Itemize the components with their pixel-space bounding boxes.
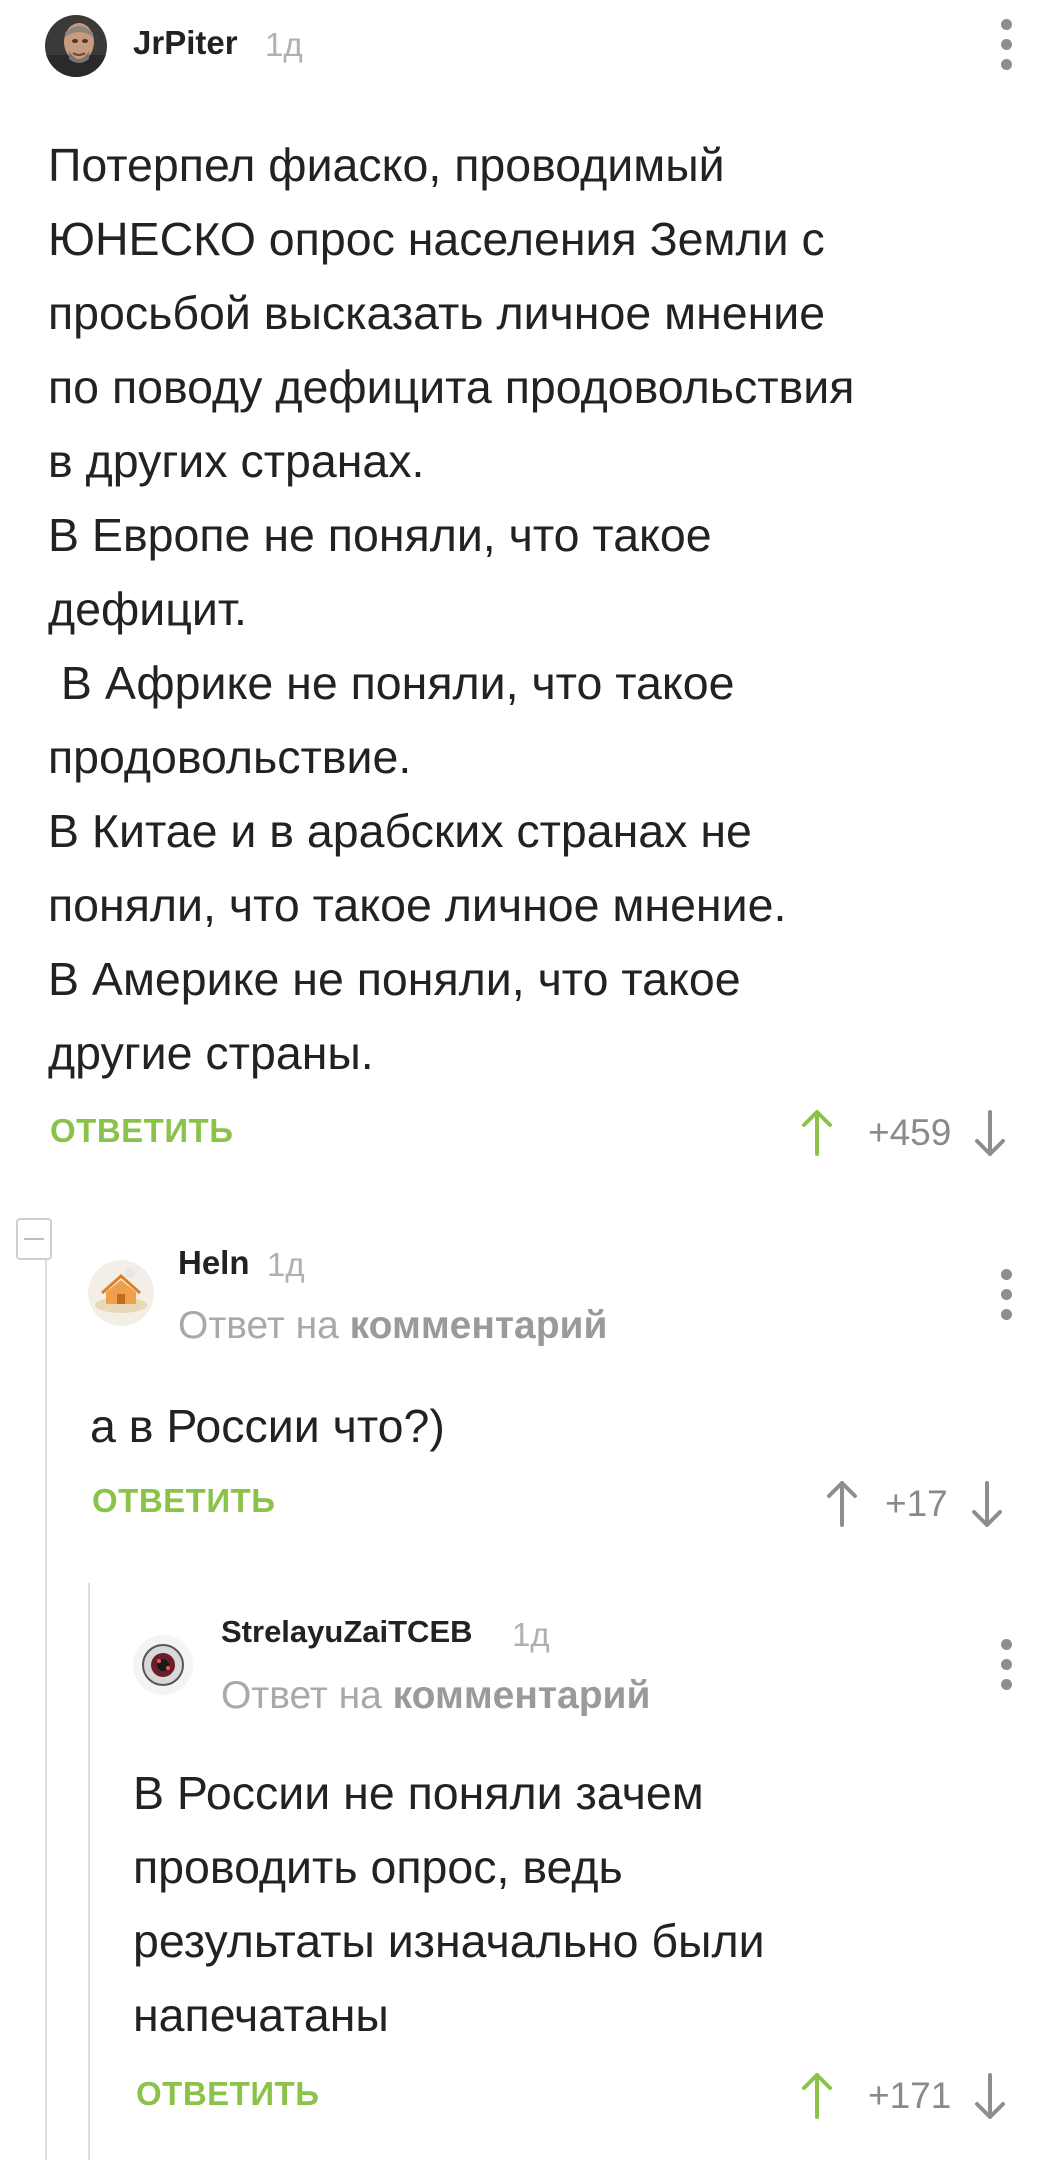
- vote-controls: +459: [800, 1108, 1007, 1158]
- username[interactable]: StrelayuZaiTCEB: [221, 1614, 473, 1650]
- score: +459: [868, 1112, 952, 1153]
- more-vertical-icon[interactable]: [996, 1639, 1016, 1690]
- comment-time: 1д: [265, 26, 303, 63]
- arrow-up-icon[interactable]: [800, 2071, 834, 2121]
- score: +17: [885, 1483, 948, 1524]
- comment-body: Потерпел фиаско, проводимый ЮНЕСКО опрос…: [48, 139, 855, 1079]
- reply-to: Ответ на комментарий: [178, 1304, 607, 1348]
- minus-square-icon[interactable]: [16, 1218, 52, 1260]
- avatar-jrpiter[interactable]: [45, 15, 107, 77]
- more-vertical-icon[interactable]: [996, 1269, 1016, 1320]
- reply-to-link[interactable]: комментарий: [350, 1304, 608, 1347]
- thread-line: [88, 1583, 90, 2160]
- comment-time: 1д: [512, 1616, 550, 1653]
- arrow-down-icon[interactable]: [970, 1479, 1004, 1529]
- arrow-down-icon[interactable]: [973, 1108, 1007, 1158]
- score: +171: [868, 2075, 952, 2116]
- arrow-down-icon[interactable]: [973, 2071, 1007, 2121]
- vote-controls: +17: [825, 1479, 1004, 1529]
- more-vertical-icon[interactable]: [996, 19, 1016, 70]
- reply-button[interactable]: ОТВЕТИТЬ: [50, 1112, 233, 1150]
- reply-button[interactable]: ОТВЕТИТЬ: [136, 2075, 319, 2113]
- avatar-heln[interactable]: [88, 1260, 154, 1326]
- comment-body: а в России что?): [90, 1400, 445, 1452]
- reply-button[interactable]: ОТВЕТИТЬ: [92, 1482, 275, 1520]
- reply-to-prefix: Ответ на: [221, 1674, 382, 1717]
- avatar-strelayuzaitceb[interactable]: [133, 1635, 193, 1695]
- username[interactable]: JrPiter: [133, 24, 238, 62]
- reply-to-prefix: Ответ на: [178, 1304, 339, 1347]
- comment-body: В России не поняли зачем проводить опрос…: [133, 1767, 765, 2041]
- thread-line: [45, 1248, 47, 2160]
- reply-to-link[interactable]: комментарий: [393, 1674, 651, 1717]
- arrow-up-icon[interactable]: [825, 1479, 859, 1529]
- reply-to: Ответ на комментарий: [221, 1674, 650, 1718]
- comment-time: 1д: [267, 1246, 305, 1283]
- username[interactable]: Heln: [178, 1244, 250, 1282]
- arrow-up-icon[interactable]: [800, 1108, 834, 1158]
- vote-controls: +171: [800, 2071, 1007, 2121]
